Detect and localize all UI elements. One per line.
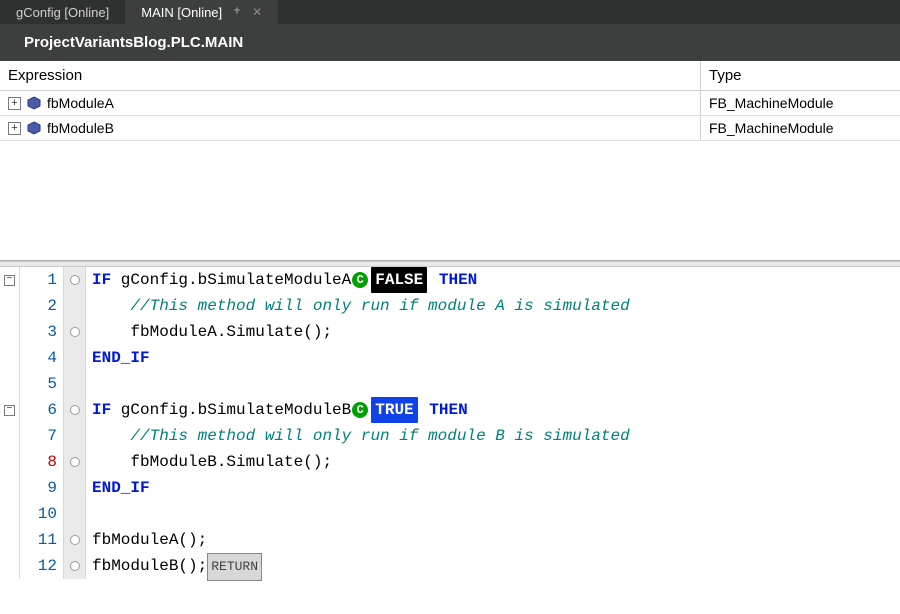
fold-column: − − [0, 267, 20, 579]
line-number: 8 [20, 449, 57, 475]
decl-row[interactable]: + fbModuleA FB_MachineModule [0, 91, 900, 116]
code-line[interactable]: //This method will only run if module B … [92, 423, 900, 449]
breakpoint-marker[interactable] [70, 457, 80, 467]
line-number: 4 [20, 345, 57, 371]
breakpoint-marker[interactable] [70, 561, 80, 571]
online-value-true: TRUE [371, 397, 417, 423]
online-value-icon: C [352, 402, 368, 418]
line-number: 7 [20, 423, 57, 449]
page-title: ProjectVariantsBlog.PLC.MAIN [0, 24, 900, 61]
tab-gconfig[interactable]: gConfig [Online] [0, 0, 125, 24]
line-number: 5 [20, 371, 57, 397]
code-line[interactable]: //This method will only run if module A … [92, 293, 900, 319]
code-line[interactable] [92, 371, 900, 397]
code-column[interactable]: IF gConfig.bSimulateModuleACFALSE THEN /… [86, 267, 900, 579]
line-number: 2 [20, 293, 57, 319]
online-value-false: FALSE [371, 267, 427, 293]
fold-icon[interactable]: − [4, 405, 15, 416]
col-header-expression[interactable]: Expression [0, 61, 700, 90]
breakpoint-marker[interactable] [70, 405, 80, 415]
code-line[interactable]: END_IF [92, 475, 900, 501]
decl-row[interactable]: + fbModuleB FB_MachineModule [0, 116, 900, 141]
fb-icon [27, 96, 41, 110]
line-number: 3 [20, 319, 57, 345]
fold-icon[interactable]: − [4, 275, 15, 286]
line-number: 11 [20, 527, 57, 553]
fb-icon [27, 121, 41, 135]
line-number-column: 1 2 3 4 5 6 7 8 9 10 11 12 [20, 267, 64, 579]
breakpoint-column[interactable] [64, 267, 86, 579]
code-line[interactable]: fbModuleB.Simulate(); [92, 449, 900, 475]
var-type: FB_MachineModule [700, 91, 900, 115]
line-number: 9 [20, 475, 57, 501]
tab-main[interactable]: MAIN [Online] ✕ [125, 0, 278, 24]
online-value-icon: C [352, 272, 368, 288]
tab-label: MAIN [Online] [141, 5, 222, 20]
declaration-pane: Expression Type + fbModuleA FB_MachineMo… [0, 61, 900, 261]
code-line[interactable] [92, 501, 900, 527]
tab-label: gConfig [Online] [16, 5, 109, 20]
code-line[interactable]: IF gConfig.bSimulateModuleACFALSE THEN [92, 267, 900, 293]
pin-icon[interactable] [232, 5, 242, 19]
title-text: ProjectVariantsBlog.PLC.MAIN [24, 34, 243, 51]
code-line[interactable]: fbModuleA(); [92, 527, 900, 553]
var-name: fbModuleA [47, 95, 114, 111]
var-type: FB_MachineModule [700, 116, 900, 140]
code-line[interactable]: fbModuleB();RETURN [92, 553, 900, 579]
line-number: 10 [20, 501, 57, 527]
line-number: 1 [20, 267, 57, 293]
code-pane: − − 1 2 3 4 5 6 7 8 9 10 11 12 IF gConfi… [0, 267, 900, 579]
breakpoint-marker[interactable] [70, 275, 80, 285]
col-header-type[interactable]: Type [700, 61, 900, 90]
close-icon[interactable]: ✕ [252, 5, 262, 19]
decl-header-row: Expression Type [0, 61, 900, 91]
tab-bar: gConfig [Online] MAIN [Online] ✕ [0, 0, 900, 24]
expand-icon[interactable]: + [8, 97, 21, 110]
code-line[interactable]: END_IF [92, 345, 900, 371]
line-number: 12 [20, 553, 57, 579]
line-number: 6 [20, 397, 57, 423]
code-line[interactable]: fbModuleA.Simulate(); [92, 319, 900, 345]
return-marker: RETURN [207, 553, 262, 581]
expand-icon[interactable]: + [8, 122, 21, 135]
var-name: fbModuleB [47, 120, 114, 136]
code-line[interactable]: IF gConfig.bSimulateModuleBCTRUE THEN [92, 397, 900, 423]
breakpoint-marker[interactable] [70, 327, 80, 337]
breakpoint-marker[interactable] [70, 535, 80, 545]
